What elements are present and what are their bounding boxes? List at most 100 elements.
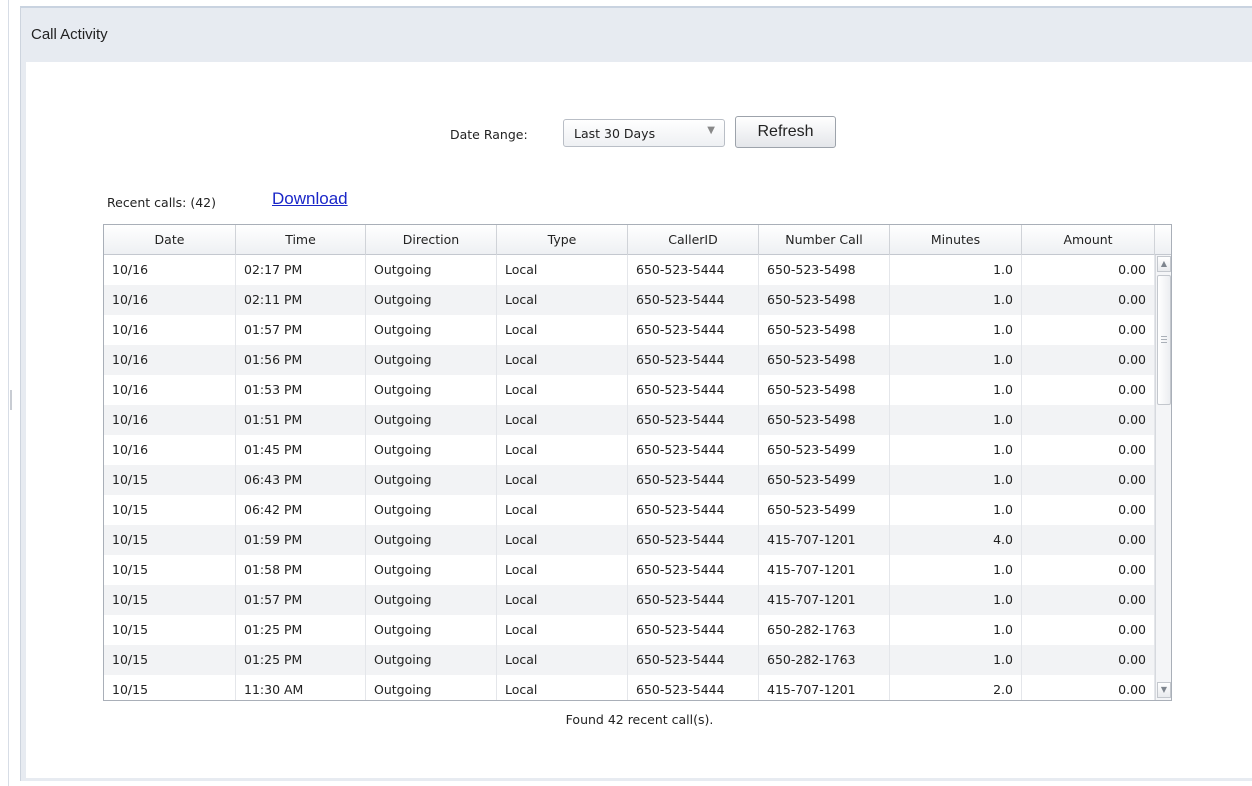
number-call-cell: 650-523-5498	[759, 345, 890, 375]
time-cell: 11:30 AM	[236, 675, 366, 700]
amount-cell: 0.00	[1022, 675, 1155, 700]
callerid-cell: 650-523-5444	[628, 285, 759, 315]
date-cell: 10/15	[104, 465, 236, 495]
date-cell: 10/16	[104, 345, 236, 375]
table-row[interactable]: 10/15 06:42 PM Outgoing Local 650-523-5444 65…	[104, 495, 1155, 525]
table-row[interactable]: 10/16 01:51 PM Outgoing Local 650-523-5444 65…	[104, 405, 1155, 435]
table-row[interactable]: 10/16 02:11 PM Outgoing Local 650-523-5444 65…	[104, 285, 1155, 315]
minutes-cell: 1.0	[890, 285, 1022, 315]
arrow-down-icon[interactable]: ▼	[1157, 682, 1171, 698]
header-col-type[interactable]: Type	[497, 225, 628, 255]
minutes-cell: 4.0	[890, 525, 1022, 555]
download-link[interactable]: Download	[272, 189, 348, 209]
callerid-cell: 650-523-5444	[628, 525, 759, 555]
table-row[interactable]: 10/15 01:58 PM Outgoing Local 650-523-5444 41…	[104, 555, 1155, 585]
date-cell: 10/15	[104, 615, 236, 645]
callerid-cell: 650-523-5444	[628, 495, 759, 525]
number-call-cell: 650-523-5498	[759, 255, 890, 285]
time-cell: 01:56 PM	[236, 345, 366, 375]
recent-calls-count: Recent calls: (42)	[107, 195, 217, 210]
header-col-amount[interactable]: Amount	[1022, 225, 1155, 255]
table-body: 10/16 02:17 PM Outgoing Local 650-523-5444 65…	[104, 255, 1155, 700]
amount-cell: 0.00	[1022, 555, 1155, 585]
date-cell: 10/15	[104, 525, 236, 555]
number-call-cell: 650-523-5499	[759, 435, 890, 465]
type-cell: Local	[497, 285, 628, 315]
date-range-select[interactable]: Last 30 Days ▼	[563, 119, 725, 147]
table-row[interactable]: 10/16 01:53 PM Outgoing Local 650-523-5444 65…	[104, 375, 1155, 405]
table-row[interactable]: 10/16 01:57 PM Outgoing Local 650-523-5444 65…	[104, 315, 1155, 345]
calls-table: Date Time Direction Type CallerID Number Call…	[103, 224, 1172, 701]
direction-cell: Outgoing	[366, 615, 497, 645]
table-row[interactable]: 10/15 01:25 PM Outgoing Local 650-523-5444 65…	[104, 615, 1155, 645]
callerid-cell: 650-523-5444	[628, 315, 759, 345]
table-scrollbar[interactable]: ▲ ▼	[1155, 255, 1171, 700]
direction-cell: Outgoing	[366, 435, 497, 465]
amount-cell: 0.00	[1022, 615, 1155, 645]
type-cell: Local	[497, 465, 628, 495]
minutes-cell: 1.0	[890, 435, 1022, 465]
call-activity-panel: Call Activity Date Range: Last 30 Days ▼…	[20, 6, 1252, 781]
minutes-cell: 1.0	[890, 465, 1022, 495]
date-cell: 10/16	[104, 255, 236, 285]
minutes-cell: 1.0	[890, 555, 1022, 585]
direction-cell: Outgoing	[366, 375, 497, 405]
amount-cell: 0.00	[1022, 585, 1155, 615]
time-cell: 02:17 PM	[236, 255, 366, 285]
date-cell: 10/16	[104, 435, 236, 465]
table-row[interactable]: 10/15 06:43 PM Outgoing Local 650-523-5444 65…	[104, 465, 1155, 495]
direction-cell: Outgoing	[366, 525, 497, 555]
time-cell: 06:43 PM	[236, 465, 366, 495]
time-cell: 01:57 PM	[236, 585, 366, 615]
amount-cell: 0.00	[1022, 465, 1155, 495]
resize-grip[interactable]	[10, 390, 12, 410]
type-cell: Local	[497, 495, 628, 525]
amount-cell: 0.00	[1022, 375, 1155, 405]
number-call-cell: 415-707-1201	[759, 555, 890, 585]
amount-cell: 0.00	[1022, 645, 1155, 675]
header-col-date[interactable]: Date	[104, 225, 236, 255]
amount-cell: 0.00	[1022, 495, 1155, 525]
date-cell: 10/16	[104, 315, 236, 345]
refresh-button[interactable]: Refresh	[735, 116, 836, 148]
callerid-cell: 650-523-5444	[628, 615, 759, 645]
direction-cell: Outgoing	[366, 255, 497, 285]
table-row[interactable]: 10/16 01:56 PM Outgoing Local 650-523-5444 65…	[104, 345, 1155, 375]
window-left-edge	[0, 0, 9, 786]
table-row[interactable]: 10/15 01:25 PM Outgoing Local 650-523-5444 65…	[104, 645, 1155, 675]
amount-cell: 0.00	[1022, 345, 1155, 375]
number-call-cell: 650-523-5498	[759, 405, 890, 435]
table-row[interactable]: 10/15 11:30 AM Outgoing Local 650-523-5444 41…	[104, 675, 1155, 700]
number-call-cell: 650-523-5499	[759, 465, 890, 495]
type-cell: Local	[497, 615, 628, 645]
header-col-number-call[interactable]: Number Call	[759, 225, 890, 255]
table-row[interactable]: 10/15 01:57 PM Outgoing Local 650-523-5444 41…	[104, 585, 1155, 615]
time-cell: 01:25 PM	[236, 615, 366, 645]
time-cell: 06:42 PM	[236, 495, 366, 525]
arrow-up-icon[interactable]: ▲	[1157, 256, 1171, 272]
minutes-cell: 2.0	[890, 675, 1022, 700]
number-call-cell: 650-523-5499	[759, 495, 890, 525]
header-col-direction[interactable]: Direction	[366, 225, 497, 255]
direction-cell: Outgoing	[366, 405, 497, 435]
header-col-minutes[interactable]: Minutes	[890, 225, 1022, 255]
table-row[interactable]: 10/16 02:17 PM Outgoing Local 650-523-5444 65…	[104, 255, 1155, 285]
number-call-cell: 415-707-1201	[759, 525, 890, 555]
direction-cell: Outgoing	[366, 465, 497, 495]
direction-cell: Outgoing	[366, 585, 497, 615]
table-header-corner	[1155, 225, 1171, 255]
table-row[interactable]: 10/15 01:59 PM Outgoing Local 650-523-5444 41…	[104, 525, 1155, 555]
table-row[interactable]: 10/16 01:45 PM Outgoing Local 650-523-5444 65…	[104, 435, 1155, 465]
number-call-cell: 415-707-1201	[759, 675, 890, 700]
date-cell: 10/15	[104, 585, 236, 615]
date-cell: 10/15	[104, 675, 236, 700]
minutes-cell: 1.0	[890, 375, 1022, 405]
header-col-time[interactable]: Time	[236, 225, 366, 255]
scrollbar-thumb[interactable]	[1157, 275, 1171, 405]
panel-body: Date Range: Last 30 Days ▼ Refresh Recen…	[26, 62, 1252, 778]
header-col-callerid[interactable]: CallerID	[628, 225, 759, 255]
time-cell: 01:57 PM	[236, 315, 366, 345]
direction-cell: Outgoing	[366, 345, 497, 375]
callerid-cell: 650-523-5444	[628, 405, 759, 435]
callerid-cell: 650-523-5444	[628, 375, 759, 405]
